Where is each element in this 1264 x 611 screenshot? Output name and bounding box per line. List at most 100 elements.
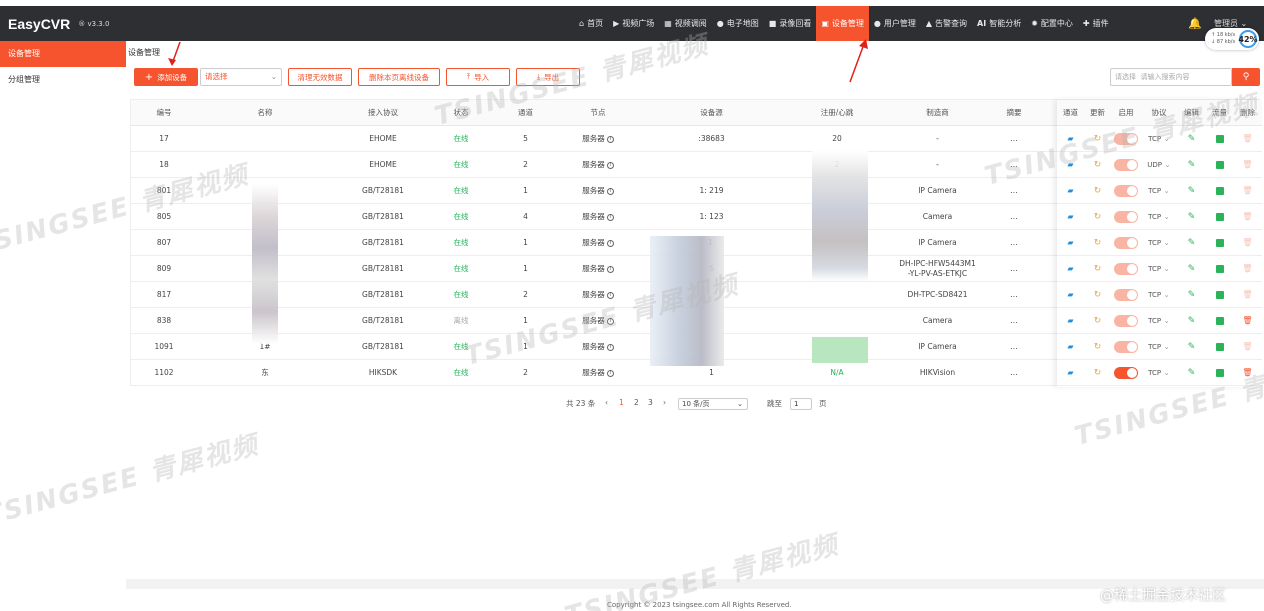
delete-button[interactable]: 🗑: [1233, 230, 1262, 256]
edit-button[interactable]: ✎: [1177, 178, 1206, 204]
transport-select[interactable]: TCP ⌄: [1141, 308, 1177, 334]
add-device-button[interactable]: + 添加设备: [134, 68, 198, 86]
bell-icon[interactable]: 🔔: [1188, 17, 1202, 30]
edit-button[interactable]: ✎: [1177, 256, 1206, 282]
transport-select[interactable]: TCP ⌄: [1141, 282, 1177, 308]
flow-button[interactable]: [1206, 152, 1233, 178]
summary[interactable]: ...: [990, 282, 1038, 308]
search-button[interactable]: ⚲: [1232, 68, 1260, 86]
channel-list-button[interactable]: ▰: [1057, 256, 1084, 282]
delete-button[interactable]: 🗑: [1233, 282, 1262, 308]
flow-button[interactable]: [1206, 308, 1233, 334]
info-icon[interactable]: i: [606, 265, 614, 273]
channel-list-button[interactable]: ▰: [1057, 334, 1084, 360]
info-icon[interactable]: i: [606, 213, 614, 221]
channel-list-button[interactable]: ▰: [1057, 308, 1084, 334]
update-button[interactable]: ↻: [1084, 204, 1111, 230]
enable-toggle[interactable]: [1114, 263, 1138, 275]
transport-select[interactable]: TCP ⌄: [1141, 360, 1177, 386]
page-button-1[interactable]: 1: [619, 398, 624, 407]
summary[interactable]: ...: [990, 230, 1038, 256]
info-icon[interactable]: i: [606, 161, 614, 169]
sidebar-item-device-management[interactable]: 设备管理: [0, 41, 126, 67]
register-time: [789, 282, 885, 308]
transport-select[interactable]: TCP ⌄: [1141, 256, 1177, 282]
update-button[interactable]: ↻: [1084, 230, 1111, 256]
edit-button[interactable]: ✎: [1177, 152, 1206, 178]
transport-select[interactable]: UDP ⌄: [1141, 152, 1177, 178]
update-button[interactable]: ↻: [1084, 282, 1111, 308]
edit-button[interactable]: ✎: [1177, 308, 1206, 334]
delete-button[interactable]: 🗑: [1233, 334, 1262, 360]
summary[interactable]: ...: [990, 256, 1038, 282]
sidebar-item-group-management[interactable]: 分组管理: [0, 67, 126, 93]
nav-playback[interactable]: ■ 录像回看: [764, 6, 817, 41]
page-size-select[interactable]: 10 条/页 ⌄: [678, 398, 748, 410]
info-icon[interactable]: i: [606, 187, 614, 195]
nav-config[interactable]: ✹ 配置中心: [1026, 6, 1078, 41]
nav-plugin[interactable]: ✚ 插件: [1078, 6, 1114, 41]
edit-button[interactable]: ✎: [1177, 282, 1206, 308]
prev-page-button[interactable]: ‹: [605, 398, 608, 407]
transport-select[interactable]: TCP ⌄: [1141, 230, 1177, 256]
delete-button[interactable]: 🗑: [1233, 152, 1262, 178]
summary[interactable]: ...: [990, 360, 1038, 386]
next-page-button[interactable]: ›: [663, 398, 666, 407]
device-filter-select[interactable]: 请选择 ⌄: [200, 68, 282, 86]
nav-user-management[interactable]: ● 用户管理: [869, 6, 921, 41]
transport-select[interactable]: TCP ⌄: [1141, 178, 1177, 204]
delete-button[interactable]: 🗑: [1233, 256, 1262, 282]
transport-select[interactable]: TCP ⌄: [1141, 334, 1177, 360]
info-icon[interactable]: i: [606, 135, 614, 143]
update-button[interactable]: ↻: [1084, 334, 1111, 360]
delete-button[interactable]: 🗑: [1233, 126, 1262, 152]
delete-button[interactable]: 🗑: [1233, 204, 1262, 230]
nav-map[interactable]: ● 电子地图: [712, 6, 764, 41]
update-button[interactable]: ↻: [1084, 308, 1111, 334]
delete-button[interactable]: 🗑: [1233, 308, 1262, 334]
info-icon[interactable]: i: [606, 239, 614, 247]
enable-toggle[interactable]: [1114, 159, 1138, 171]
info-icon[interactable]: i: [606, 343, 614, 351]
search-input[interactable]: 请选择 请输入搜索内容: [1110, 68, 1232, 86]
update-button[interactable]: ↻: [1084, 256, 1111, 282]
enable-toggle[interactable]: [1114, 367, 1138, 379]
transport-select[interactable]: TCP ⌄: [1141, 204, 1177, 230]
channel-list-button[interactable]: ▰: [1057, 230, 1084, 256]
clear-invalid-button[interactable]: 清理无效数据: [288, 68, 352, 86]
nav-home[interactable]: ⌂ 首页: [574, 6, 608, 41]
enable-toggle[interactable]: [1114, 341, 1138, 353]
page-button-3[interactable]: 3: [648, 398, 653, 407]
flow-button[interactable]: [1206, 178, 1233, 204]
channel-list-button[interactable]: ▰: [1057, 282, 1084, 308]
page-button-2[interactable]: 2: [634, 398, 639, 407]
info-icon[interactable]: i: [606, 369, 614, 377]
goto-page-input[interactable]: 1: [790, 398, 812, 410]
channel-list-button[interactable]: ▰: [1057, 204, 1084, 230]
summary[interactable]: ...: [990, 334, 1038, 360]
update-button[interactable]: ↻: [1084, 360, 1111, 386]
channel-list-button[interactable]: ▰: [1057, 178, 1084, 204]
summary[interactable]: ...: [990, 204, 1038, 230]
summary[interactable]: ...: [990, 308, 1038, 334]
nav-ai[interactable]: AI 智能分析: [972, 6, 1026, 41]
flow-button[interactable]: [1206, 256, 1233, 282]
delete-button[interactable]: 🗑: [1233, 178, 1262, 204]
flow-button[interactable]: [1206, 282, 1233, 308]
nav-video-plaza[interactable]: ▶ 视频广场: [608, 6, 659, 41]
enable-toggle[interactable]: [1114, 185, 1138, 197]
nav-alarm[interactable]: ▲ 告警查询: [921, 6, 972, 41]
channel-list-button[interactable]: ▰: [1057, 360, 1084, 386]
flow-button[interactable]: [1206, 230, 1233, 256]
edit-button[interactable]: ✎: [1177, 204, 1206, 230]
edit-button[interactable]: ✎: [1177, 334, 1206, 360]
delete-offline-button[interactable]: 删除本页离线设备: [358, 68, 440, 86]
flow-button[interactable]: [1206, 334, 1233, 360]
enable-toggle[interactable]: [1114, 211, 1138, 223]
enable-toggle[interactable]: [1114, 315, 1138, 327]
flow-button[interactable]: [1206, 204, 1233, 230]
enable-toggle[interactable]: [1114, 237, 1138, 249]
update-button[interactable]: ↻: [1084, 178, 1111, 204]
enable-toggle[interactable]: [1114, 289, 1138, 301]
edit-button[interactable]: ✎: [1177, 230, 1206, 256]
